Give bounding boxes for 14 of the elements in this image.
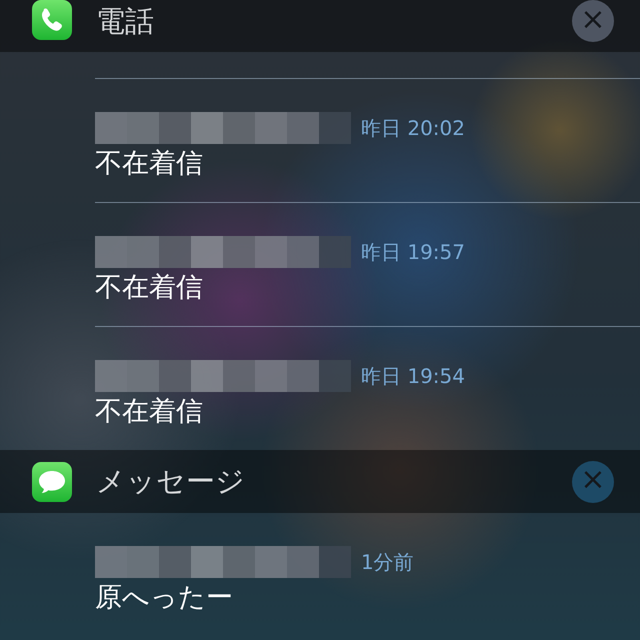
notification-text: 不在着信 [95,147,204,181]
notification-text: 不在着信 [95,271,204,305]
notification-time: 昨日 19:57 [361,238,465,266]
app-title: 電話 [96,3,155,40]
phone-app-icon [32,0,72,40]
notification-time: 昨日 19:54 [361,362,465,390]
close-button[interactable]: × [572,0,614,42]
notification-time: 昨日 20:02 [361,114,465,142]
close-button[interactable]: × [572,460,614,502]
messages-app-icon [32,462,72,502]
notification-time: 1分前 [361,548,414,576]
notification-text: 原へったー [95,581,234,615]
app-title: メッセージ [96,462,246,500]
notification-text: 不在着信 [95,395,204,429]
